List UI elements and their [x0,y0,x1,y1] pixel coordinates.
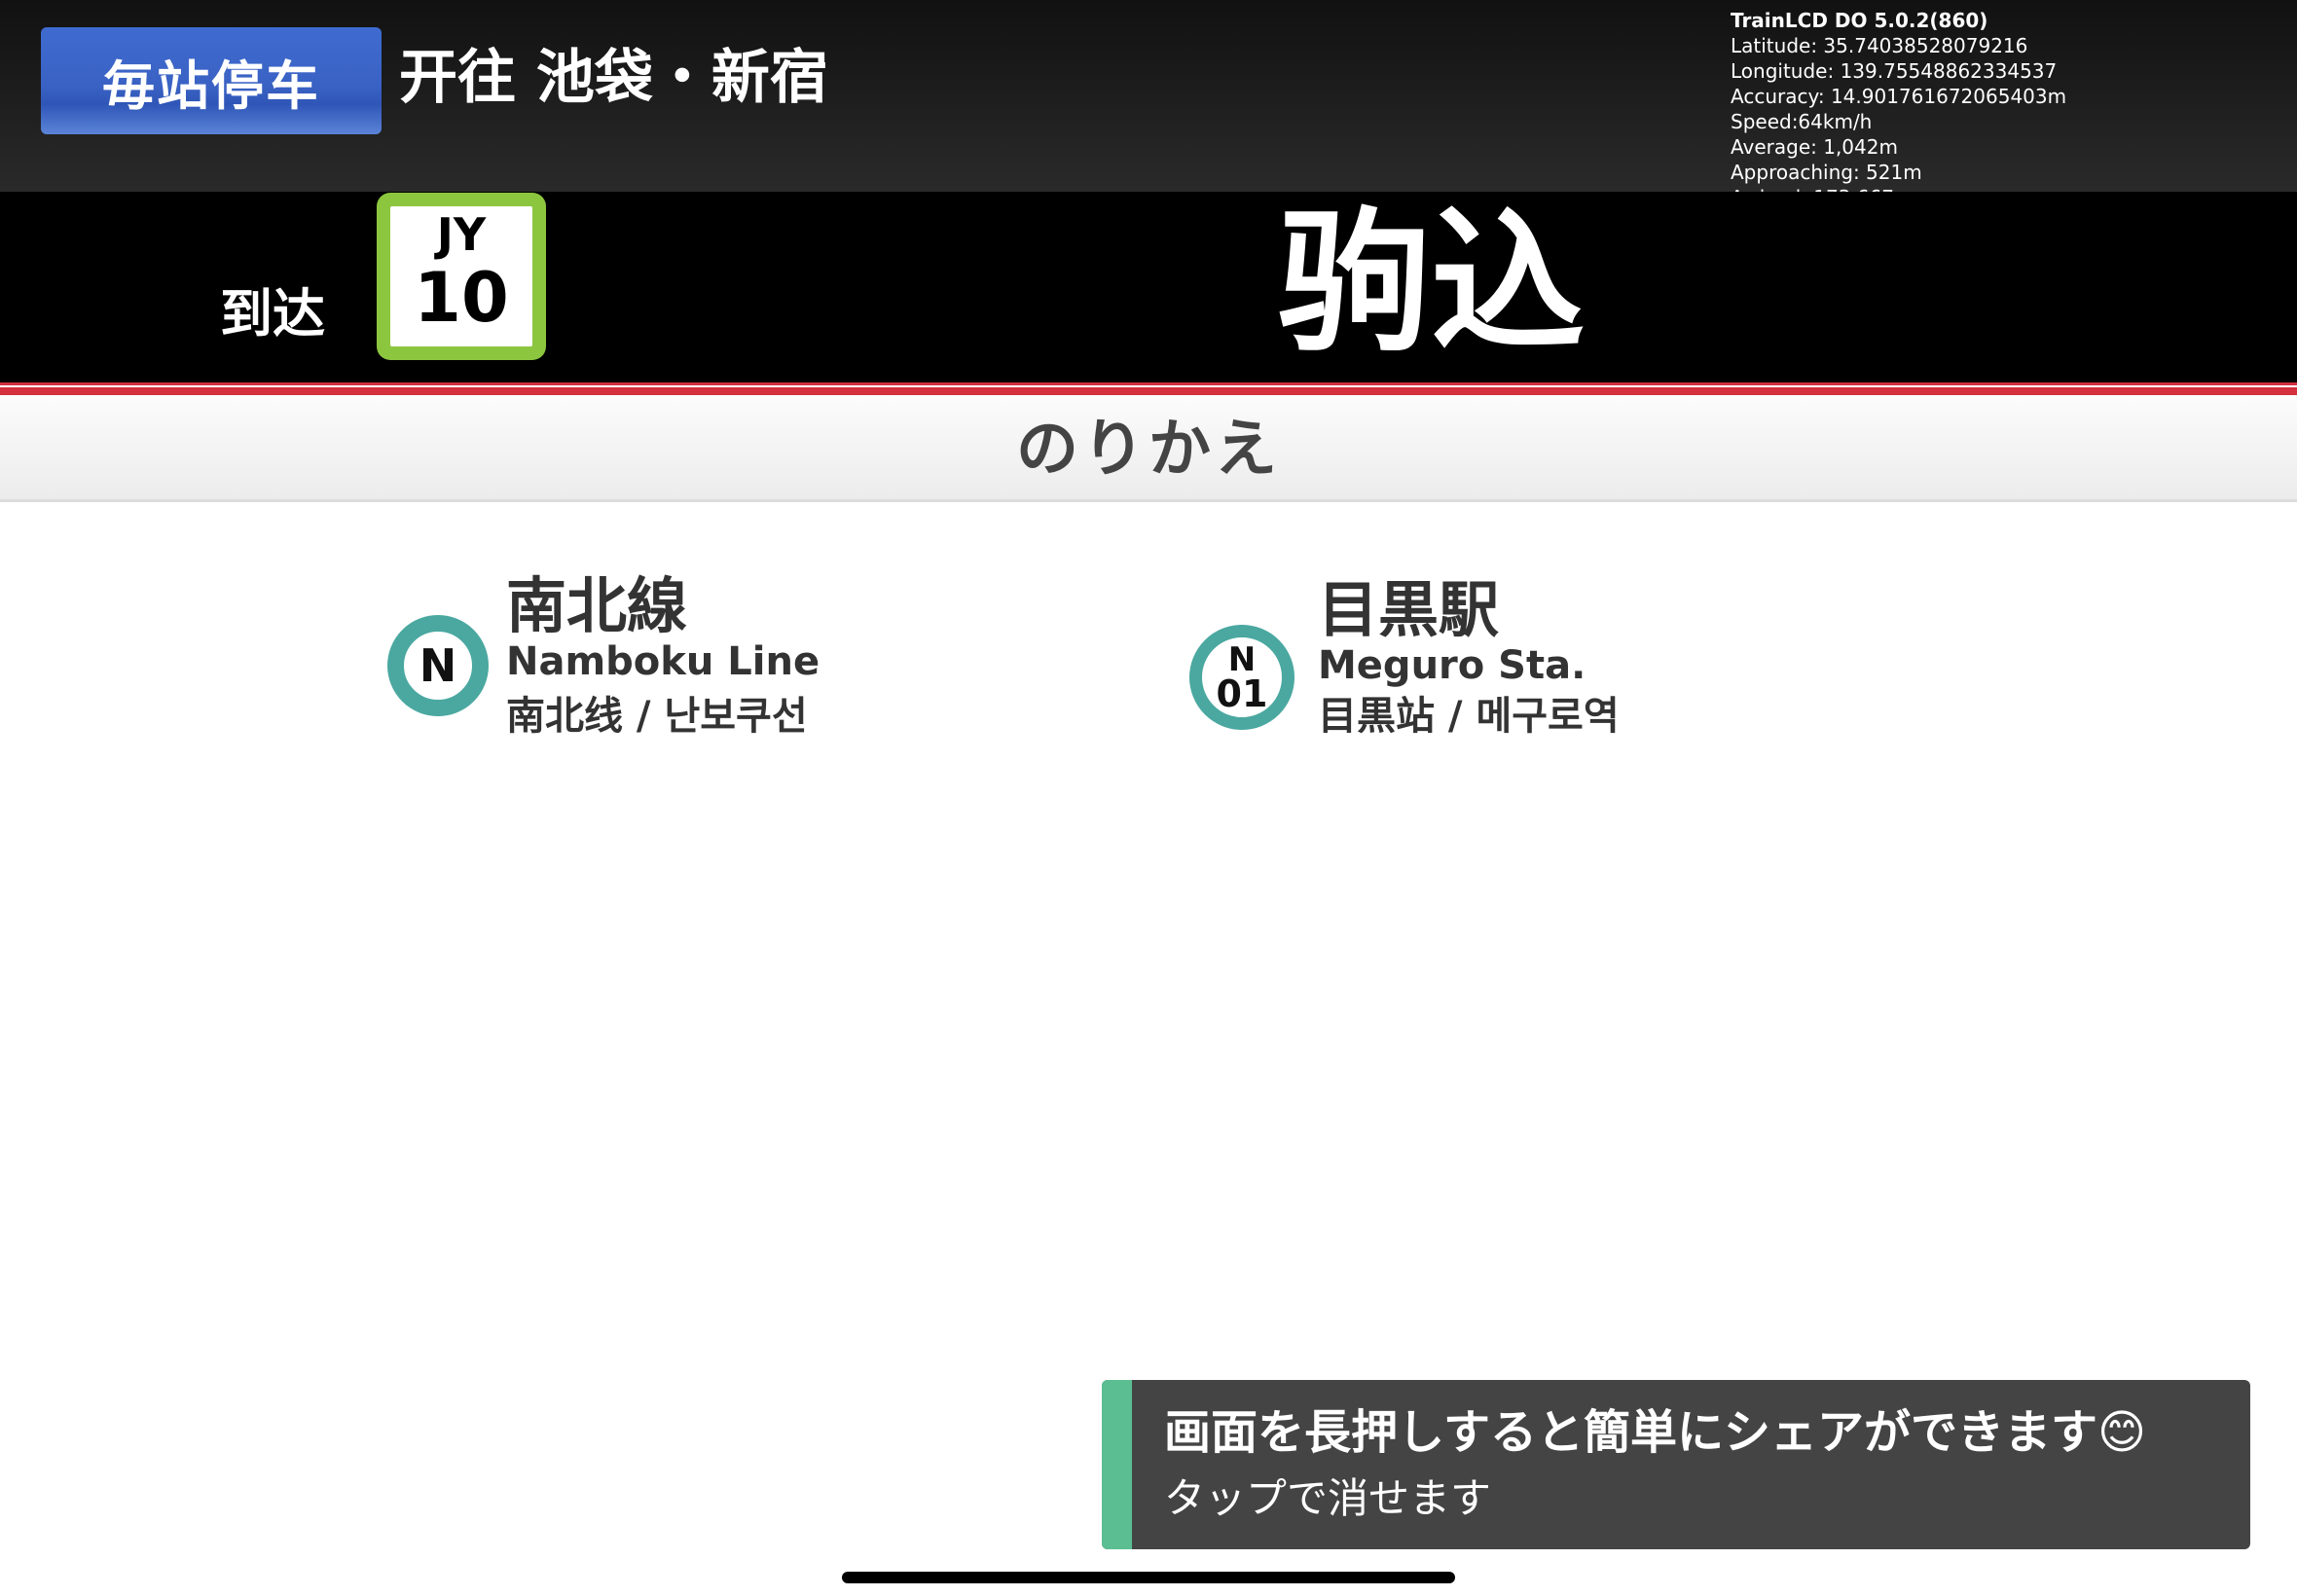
share-hint-toast[interactable]: 画面を長押しすると簡単にシェアができます😊 タップで消せます [1102,1380,2250,1549]
transfer-title: のりかえ [1016,414,1281,486]
line-symbol-letter: N [419,639,457,692]
station-numbering-number: 10 [414,258,509,338]
debug-info-panel: TrainLCD DO 5.0.2(860) Latitude: 35.7403… [1731,8,2066,210]
transfer-item-namboku-line: N 南北線 Namboku Line 南北线 / 난보쿠선 [387,574,932,749]
transfer-line-name-en: Namboku Line [506,639,820,684]
debug-longitude: Longitude: 139.75548862334537 [1731,59,2058,83]
station-number-symbol-number: 01 [1216,672,1268,715]
transfer-item-meguro-station: N 01 目黒駅 Meguro Sta. 目黒站 / 메구로역 [1189,578,1734,753]
transfer-line-name-zh-ko: 南北线 / 난보쿠선 [506,694,808,739]
train-lcd-screen[interactable]: 毎站停车 开往 池袋・新宿 TrainLCD DO 5.0.2(860) Lat… [0,0,2297,1596]
debug-accuracy: Accuracy: 14.901761672065403m [1731,85,2067,108]
station-numbering-line-code: JY [436,208,487,261]
arrival-state-label: 到达 [220,283,325,345]
transfer-station-name-en: Meguro Sta. [1318,643,1586,688]
line-color-stripe [0,382,2297,395]
debug-average: Average: 1,042m [1731,135,1898,159]
station-name: 驹込 [1277,194,1585,373]
debug-app-version: TrainLCD DO 5.0.2(860) [1731,9,1988,32]
debug-approaching: Approaching: 521m [1731,161,1922,184]
debug-speed: Speed:64km/h [1731,110,1873,133]
transfer-station-name-ja: 目黒駅 [1318,574,1500,645]
debug-latitude: Latitude: 35.74038528079216 [1731,34,2028,57]
toast-accent-bar [1102,1380,1132,1549]
train-type-label: 毎站停车 [102,54,320,117]
toast-title: 画面を長押しすると簡単にシェアができます😊 [1164,1405,2147,1460]
header-bar: 毎站停车 开往 池袋・新宿 TrainLCD DO 5.0.2(860) Lat… [0,0,2297,209]
transfer-station-name-zh-ko: 目黒站 / 메구로역 [1318,694,1620,739]
toast-subtitle: タップで消せます [1164,1474,1492,1522]
train-type-badge: 毎站停车 [41,27,382,134]
station-band: 到达 JY 10 驹込 [0,192,2297,382]
station-number-symbol-line: N [1227,640,1257,679]
station-numbering-badge: JY 10 [377,193,546,360]
station-numbering-inner: JY 10 [390,206,532,346]
home-indicator[interactable] [842,1572,1455,1583]
station-number-symbol-icon: N 01 [1189,625,1294,730]
line-symbol-icon: N [387,615,489,716]
transfer-line-name-ja: 南北線 [506,570,688,641]
transfer-header: のりかえ [0,395,2297,502]
bound-for-label: 开往 池袋・新宿 [399,44,828,112]
